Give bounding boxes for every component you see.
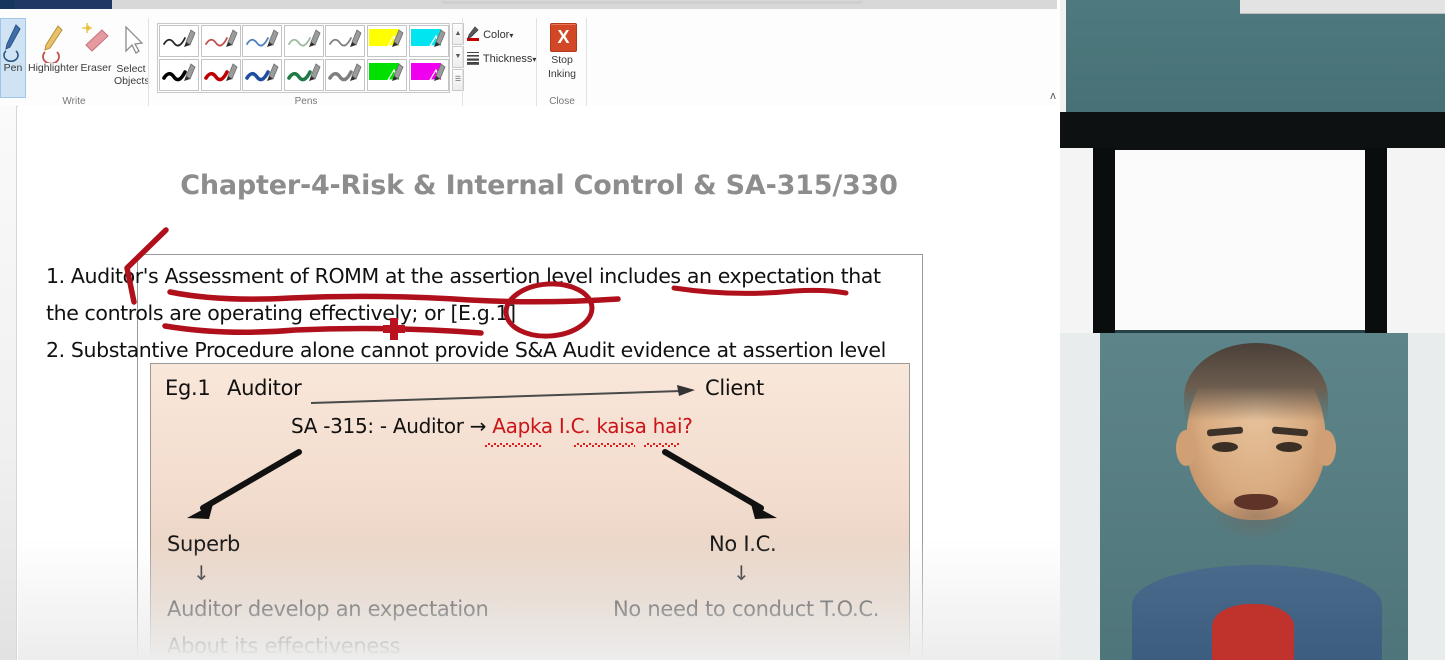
select-objects-label-line1: Select (116, 63, 146, 75)
pen-swatch-pen-red-thick[interactable] (200, 58, 241, 91)
pen-swatch-pen-gray-thick[interactable] (325, 58, 366, 91)
diagram-auditor-label: Auditor (227, 376, 302, 400)
sa-315-question: Aapka I.C. kaisa hai? (492, 414, 693, 438)
highlighter-tool-label: Highlighter (28, 62, 79, 74)
window-tab-strip (0, 0, 112, 9)
presenter-mouth (1234, 494, 1278, 510)
paragraph-2: the controls are operating effectively; … (46, 301, 516, 325)
auditor-to-client-arrow-icon (310, 385, 695, 404)
ribbon-group-write: Pen Highlighter Eraser Select Objects Wr… (0, 18, 150, 107)
group-divider-2 (462, 18, 463, 106)
spellcheck-squiggle-1 (484, 443, 542, 447)
highlighter-tool[interactable]: Highlighter (28, 21, 78, 74)
pen-swatch-highlighter-green[interactable] (367, 58, 407, 91)
pen-tool-label: Pen (3, 62, 23, 74)
presenter-video-panel[interactable] (1060, 0, 1445, 660)
pen-swatch-pen-blue-thin[interactable] (242, 25, 283, 57)
presenter-ear-right (1316, 430, 1336, 466)
video-window-far-right (1387, 148, 1445, 333)
slide-title: Chapter-4-Risk & Internal Control & SA-3… (180, 170, 898, 201)
pen-swatch-pen-green-thin[interactable] (283, 25, 324, 57)
stop-inking-label-line1[interactable]: Stop (538, 54, 586, 66)
presenter-ear-left (1176, 430, 1196, 466)
color-caret-icon[interactable]: ▾ (509, 31, 513, 40)
pen-swatch-pen-gray-thin[interactable] (325, 25, 366, 57)
stop-inking-label-line2[interactable]: Inking (538, 68, 586, 80)
cursor-arrow-icon (114, 21, 148, 63)
video-window-far-left (1060, 148, 1093, 333)
color-label: Color (483, 29, 510, 41)
ribbon-group-close: X Stop Inking Close (538, 18, 586, 107)
diagram-client-label: Client (705, 376, 764, 400)
ink-tools-ribbon: Pen Highlighter Eraser Select Objects Wr… (0, 9, 1060, 107)
thickness-button[interactable]: Thickness▾ (466, 50, 536, 65)
video-whiteboard (1115, 150, 1365, 330)
pen-gallery[interactable] (157, 23, 450, 93)
eraser-tool[interactable]: Eraser (78, 21, 114, 74)
ribbon-group-ink-options: Color▾ Thickness▾ (464, 18, 538, 106)
color-icon (466, 26, 483, 41)
pen-swatch-highlighter-cyan[interactable] (408, 25, 449, 57)
pen-swatch-pen-black-thin[interactable] (159, 25, 199, 57)
pen-tool[interactable]: Pen (0, 21, 26, 74)
powerpoint-inking-screen: Pen Highlighter Eraser Select Objects Wr… (0, 0, 1445, 660)
presenter-eye-left (1212, 442, 1238, 452)
slide-left-gutter (0, 106, 17, 660)
video-lower-right-panel (1408, 333, 1445, 660)
paragraph-1: 1. Auditor's Assessment of ROMM at the a… (46, 264, 881, 288)
top-right-overlay-bar[interactable] (1240, 0, 1445, 14)
pen-cursor-icon (383, 318, 405, 340)
group-divider-1 (148, 18, 149, 106)
eraser-icon (78, 21, 114, 63)
eraser-tool-label: Eraser (80, 62, 112, 74)
sa-315-line: SA -315: - Auditor → Aapka I.C. kaisa ha… (291, 414, 693, 438)
video-window-frame-right (1365, 148, 1387, 333)
diagram-eg-label: Eg.1 (165, 376, 211, 400)
video-left-white-edge (1060, 0, 1066, 112)
presenter-eye-right (1276, 442, 1302, 452)
pen-swatch-highlighter-yellow[interactable] (367, 25, 407, 57)
pen-swatch-pen-green-thick[interactable] (283, 58, 324, 91)
pen-swatch-pen-red-thin[interactable] (200, 25, 241, 57)
video-window-frame-left (1093, 148, 1115, 333)
select-objects-label-line2: Objects (114, 75, 150, 87)
pen-swatch-highlighter-magenta[interactable] (408, 58, 449, 91)
presenter-inner-shirt (1212, 604, 1294, 660)
video-lower-left-panel (1060, 333, 1100, 660)
group-divider-3 (536, 18, 537, 106)
pen-icon (0, 21, 26, 63)
spellcheck-squiggle-2 (573, 443, 635, 447)
select-objects-tool[interactable]: Select Objects (114, 21, 150, 87)
slide-bottom-fade (18, 538, 1060, 660)
sa-315-prefix: SA -315: - Auditor → (291, 414, 493, 438)
group-divider-4 (586, 18, 587, 106)
paragraph-3: 2. Substantive Procedure alone cannot pr… (46, 338, 886, 362)
ribbon-group-pens: ▲ ▼ ☰ Pens (150, 18, 464, 107)
slide-canvas[interactable]: Chapter-4-Risk & Internal Control & SA-3… (18, 106, 1060, 660)
color-button[interactable]: Color▾ (466, 26, 513, 41)
pen-swatch-pen-black-thick[interactable] (159, 58, 199, 91)
highlighter-icon (28, 21, 78, 65)
pen-swatch-pen-blue-thick[interactable] (242, 58, 283, 91)
thickness-label: Thickness (482, 53, 533, 65)
stop-inking-x-icon[interactable]: X (550, 23, 577, 52)
no-ic-branch-arrow-icon (662, 449, 777, 519)
window-title-highlight (442, 1, 862, 4)
thickness-icon (466, 52, 483, 65)
superb-branch-arrow-icon (187, 449, 302, 519)
window-title-strip (112, 0, 1057, 9)
